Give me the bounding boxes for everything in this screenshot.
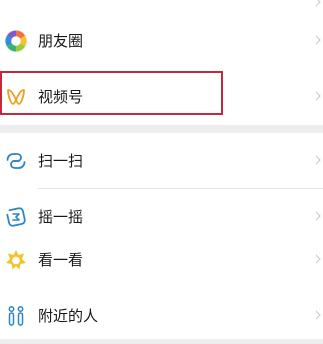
moments-icon xyxy=(4,29,28,53)
chevron-right-icon xyxy=(316,0,322,8)
menu-item-label: 摇一摇 xyxy=(38,208,84,226)
chevron-right-icon xyxy=(316,90,322,102)
menu-item-channels[interactable]: 视频号 xyxy=(0,69,323,125)
top-stories-group: 看一看 xyxy=(0,232,323,288)
menu-item-label: 附近的人 xyxy=(38,307,99,325)
people-nearby-group: 附近的人 xyxy=(0,288,323,339)
scan-icon xyxy=(4,149,28,173)
menu-item-label: 看一看 xyxy=(38,251,84,269)
people-nearby-icon xyxy=(4,304,28,328)
chevron-right-icon xyxy=(316,253,322,265)
top-stories-icon xyxy=(4,248,28,272)
menu-item-scan[interactable]: 扫一扫 xyxy=(0,133,323,189)
channels-icon xyxy=(4,85,28,109)
menu-item-label: 视频号 xyxy=(38,88,84,106)
menu-item-top-stories[interactable]: 看一看 xyxy=(0,232,323,288)
channels-group: 视频号 xyxy=(0,69,323,125)
shake-icon xyxy=(4,205,28,229)
scan-shake-group: 扫一扫 摇一摇 xyxy=(0,133,323,245)
chevron-right-icon xyxy=(316,309,322,321)
menu-item-label: 朋友圈 xyxy=(38,32,84,50)
moments-group: 朋友圈 xyxy=(0,13,323,69)
menu-item-moments[interactable]: 朋友圈 xyxy=(0,13,323,69)
chevron-right-icon xyxy=(316,210,322,222)
top-section-tail xyxy=(0,0,323,13)
chevron-right-icon xyxy=(316,34,322,46)
chevron-right-icon xyxy=(316,154,322,166)
menu-item-people-nearby[interactable]: 附近的人 xyxy=(0,288,323,344)
menu-item-label: 扫一扫 xyxy=(38,152,84,170)
